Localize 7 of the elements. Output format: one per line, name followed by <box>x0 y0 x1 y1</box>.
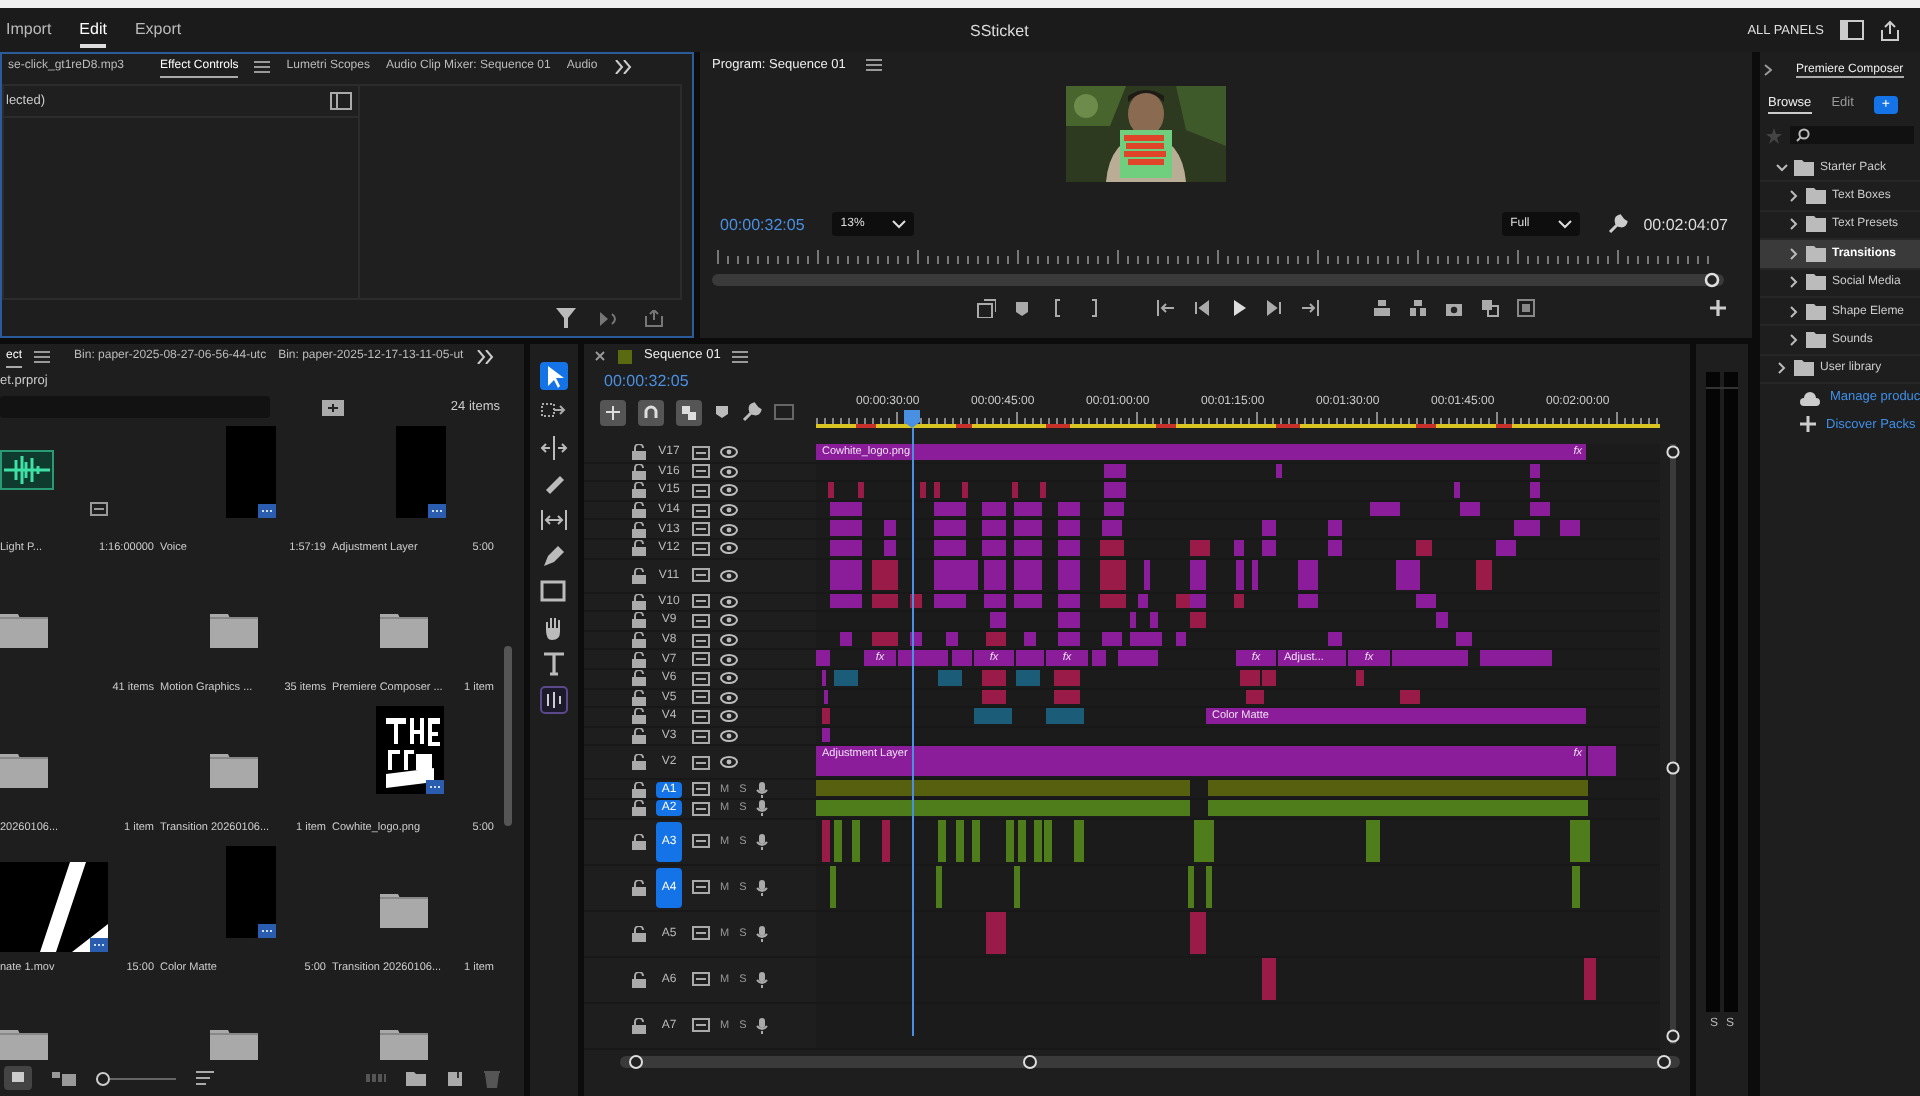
workspace-tab[interactable]: Import <box>6 13 52 47</box>
playhead-timecode[interactable]: 00:00:32:05 <box>584 368 1690 392</box>
workspace-tab[interactable]: Edit <box>79 13 107 47</box>
workspace-tab[interactable]: Export <box>134 13 182 47</box>
playhead-timecode[interactable]: 00:00:32:05 <box>720 215 805 233</box>
duration-timecode: 00:02:04:07 <box>1643 215 1728 233</box>
project-title: SSticket <box>968 21 1031 39</box>
